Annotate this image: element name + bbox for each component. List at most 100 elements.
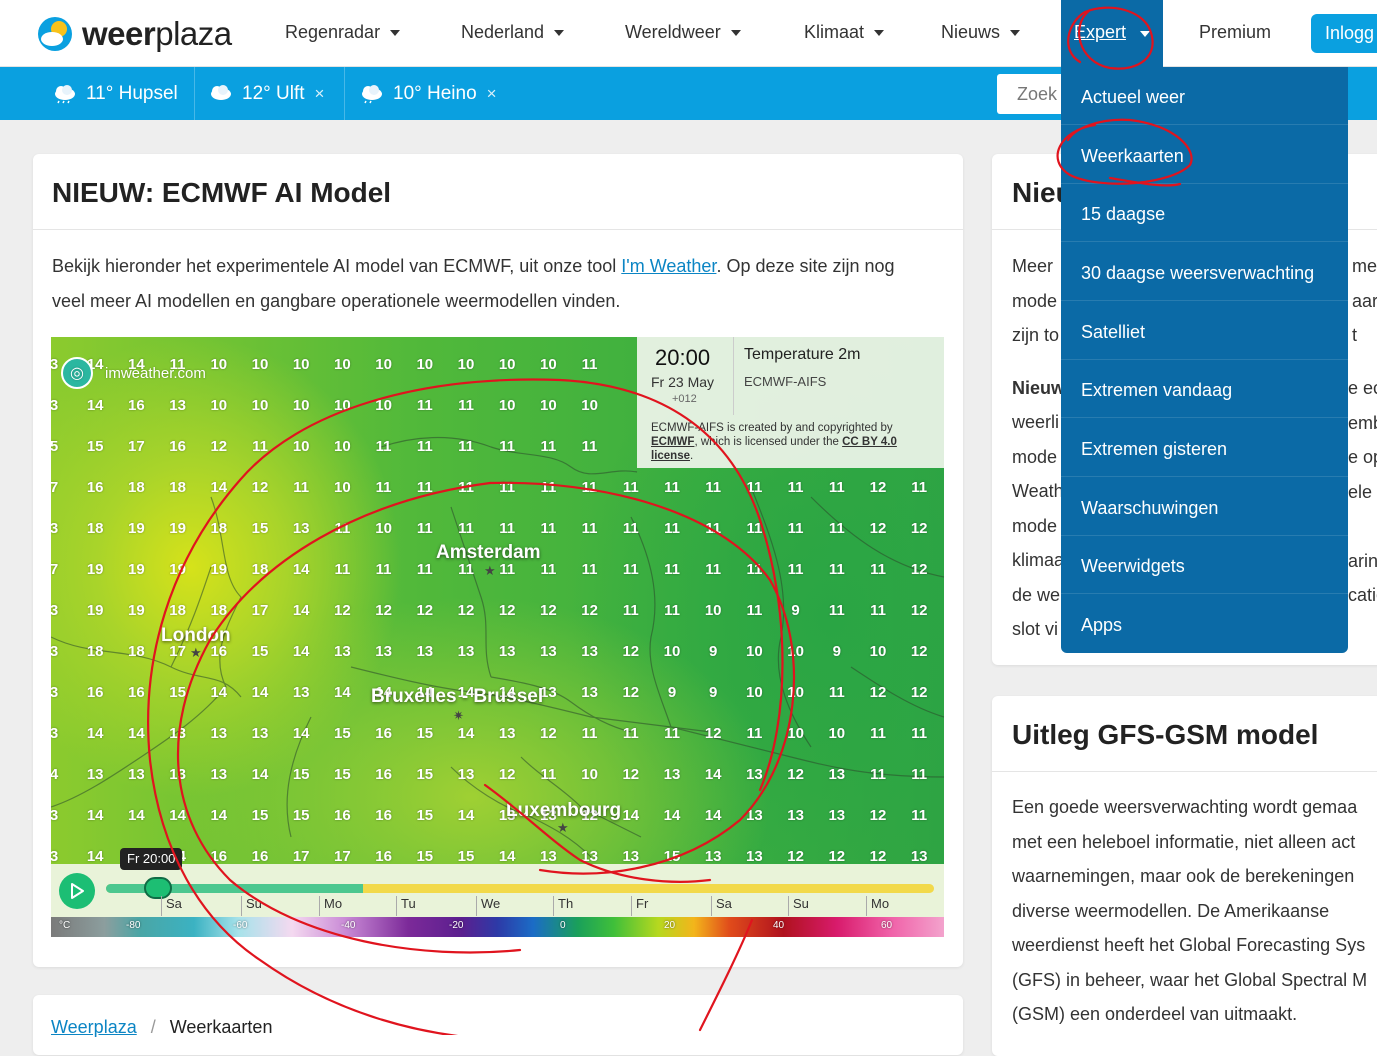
menu-item-waarschuwingen[interactable]: Waarschuwingen — [1061, 478, 1348, 536]
timeline-day[interactable]: Mo — [319, 896, 342, 916]
grid-value: 3 — [51, 725, 59, 742]
grid-value: 10 — [540, 356, 557, 373]
grid-value: 18 — [169, 602, 186, 619]
timeline-day[interactable]: Su — [241, 896, 262, 916]
grid-value: 13 — [457, 643, 475, 660]
grid-value: 10 — [334, 397, 351, 414]
play-button[interactable] — [59, 873, 95, 909]
map-variable[interactable]: Temperature 2m — [744, 346, 861, 364]
favorite-location[interactable]: 11° Hupsel — [0, 67, 195, 120]
favorite-temp: 12° — [242, 82, 271, 104]
nav-wereldweer[interactable]: Wereldweer — [625, 22, 741, 43]
timeline-day[interactable]: Sa — [161, 896, 182, 916]
nav-nederland[interactable]: Nederland — [461, 22, 565, 43]
menu-item-30-daagse[interactable]: 30 daagse weersverwachting — [1061, 243, 1348, 301]
grid-value: 11 — [581, 561, 598, 578]
nav-regenradar[interactable]: Regenradar — [285, 22, 401, 43]
grid-value: 13 — [910, 848, 928, 864]
timeline-day[interactable]: Tu — [396, 896, 416, 916]
timeline-day[interactable]: Su — [788, 896, 809, 916]
imweather-brand[interactable]: ◎ imweather.com — [61, 357, 206, 389]
grid-value: 13 — [334, 643, 351, 660]
grid-value: 13 — [828, 766, 846, 783]
grid-value: 11 — [581, 479, 598, 496]
grid-value: 9 — [791, 602, 800, 619]
license-link-2[interactable]: license — [651, 450, 690, 462]
grid-value: 13 — [704, 848, 722, 864]
favorite-location[interactable]: 12° Ulft × — [195, 67, 345, 120]
nav-expert[interactable]: Expert — [1074, 22, 1126, 43]
grid-value: 12 — [787, 848, 804, 864]
timeline-day[interactable]: Fr — [631, 896, 648, 916]
menu-item-apps[interactable]: Apps — [1061, 595, 1348, 653]
im-weather-link[interactable]: I'm Weather — [621, 256, 716, 276]
play-icon — [71, 883, 84, 899]
grid-value: 12 — [869, 807, 887, 824]
ecmwf-link[interactable]: ECMWF — [651, 436, 694, 448]
weerplaza-logo[interactable]: weerplaza — [36, 15, 232, 53]
grid-value: 11 — [540, 479, 557, 496]
grid-value: 13 — [169, 725, 186, 742]
grid-value: 10 — [581, 766, 598, 783]
menu-item-15-daagse[interactable]: 15 daagse — [1061, 184, 1348, 242]
timeline-day[interactable]: Mo — [866, 896, 889, 916]
nav-nieuws[interactable]: Nieuws — [941, 22, 1021, 43]
grid-value: 11 — [828, 684, 845, 701]
grid-value: 14 — [128, 725, 145, 742]
grid-value: 16 — [375, 725, 392, 742]
menu-item-actueel-weer[interactable]: Actueel weer — [1061, 67, 1348, 125]
timeline-bar[interactable]: Fr 20:00 Sa Su Mo Tu We Th Fr Sa Su Mo — [51, 848, 944, 917]
favorite-temp: 10° — [393, 82, 422, 104]
grid-value: 11 — [622, 602, 639, 619]
grid-value: 12 — [869, 479, 887, 496]
weather-map[interactable]: 3 14 14 11 10 10 10 10 10 10 10 10 10 11 3 14 16 13 10 10 10… — [51, 337, 944, 864]
grid-value: 10 — [375, 356, 392, 373]
grid-value: 10 — [251, 356, 269, 373]
grid-value: 7 — [51, 479, 59, 496]
menu-item-extremen-vandaag[interactable]: Extremen vandaag — [1061, 360, 1348, 418]
grid-value: 10 — [292, 397, 310, 414]
grid-value: 14 — [210, 807, 228, 824]
favorite-location[interactable]: 10° Heino × — [345, 67, 515, 120]
grid-value: 11 — [870, 766, 886, 783]
license-link[interactable]: CC BY 4.0 — [842, 436, 897, 448]
grid-value: 13 — [581, 643, 598, 660]
breadcrumb-home[interactable]: Weerplaza — [51, 1017, 137, 1037]
menu-item-extremen-gisteren[interactable]: Extremen gisteren — [1061, 419, 1348, 477]
timeline-day[interactable]: We — [476, 896, 500, 916]
license-credit: ECMWF-AIFS is created by and copyrighted… — [651, 422, 897, 462]
grid-value: 10 — [663, 643, 681, 660]
grid-value: 11 — [664, 725, 680, 742]
grid-value: 15 — [292, 807, 310, 824]
map-model[interactable]: ECMWF-AIFS — [744, 374, 826, 389]
timeline-day[interactable]: Sa — [711, 896, 732, 916]
grid-value: 14 — [251, 684, 269, 701]
side-card-text: Meer mode zijn to — [1012, 256, 1060, 345]
grid-value: 11 — [746, 602, 763, 619]
menu-item-weerwidgets[interactable]: Weerwidgets — [1061, 536, 1348, 594]
timeline-day[interactable]: Th — [553, 896, 573, 916]
grid-value: 12 — [622, 766, 640, 783]
menu-item-weerkaarten[interactable]: Weerkaarten — [1061, 126, 1348, 184]
grid-value: 3 — [51, 848, 59, 864]
grid-value: 13 — [128, 766, 145, 783]
grid-value: 19 — [128, 520, 145, 537]
grid-value: 11 — [870, 561, 886, 578]
login-button[interactable]: Inlogg — [1311, 14, 1377, 53]
grid-value: 13 — [622, 848, 640, 864]
menu-item-satelliet[interactable]: Satelliet — [1061, 302, 1348, 360]
search-input[interactable]: Zoek — [997, 74, 1067, 114]
nav-premium[interactable]: Premium — [1199, 22, 1271, 43]
grid-value: 11 — [828, 479, 845, 496]
grid-value: 13 — [498, 725, 516, 742]
top-navigation: weerplaza Regenradar Nederland Wereldwee… — [0, 0, 1377, 67]
timeline-track[interactable] — [106, 884, 934, 893]
grid-value: 19 — [86, 561, 104, 578]
grid-value: 10 — [704, 602, 722, 619]
grid-value: 11 — [252, 438, 268, 455]
nav-klimaat[interactable]: Klimaat — [804, 22, 885, 43]
close-icon[interactable]: × — [315, 84, 325, 104]
grid-value: 15 — [334, 725, 351, 742]
close-icon[interactable]: × — [487, 84, 497, 104]
grid-value: 11 — [540, 520, 557, 537]
